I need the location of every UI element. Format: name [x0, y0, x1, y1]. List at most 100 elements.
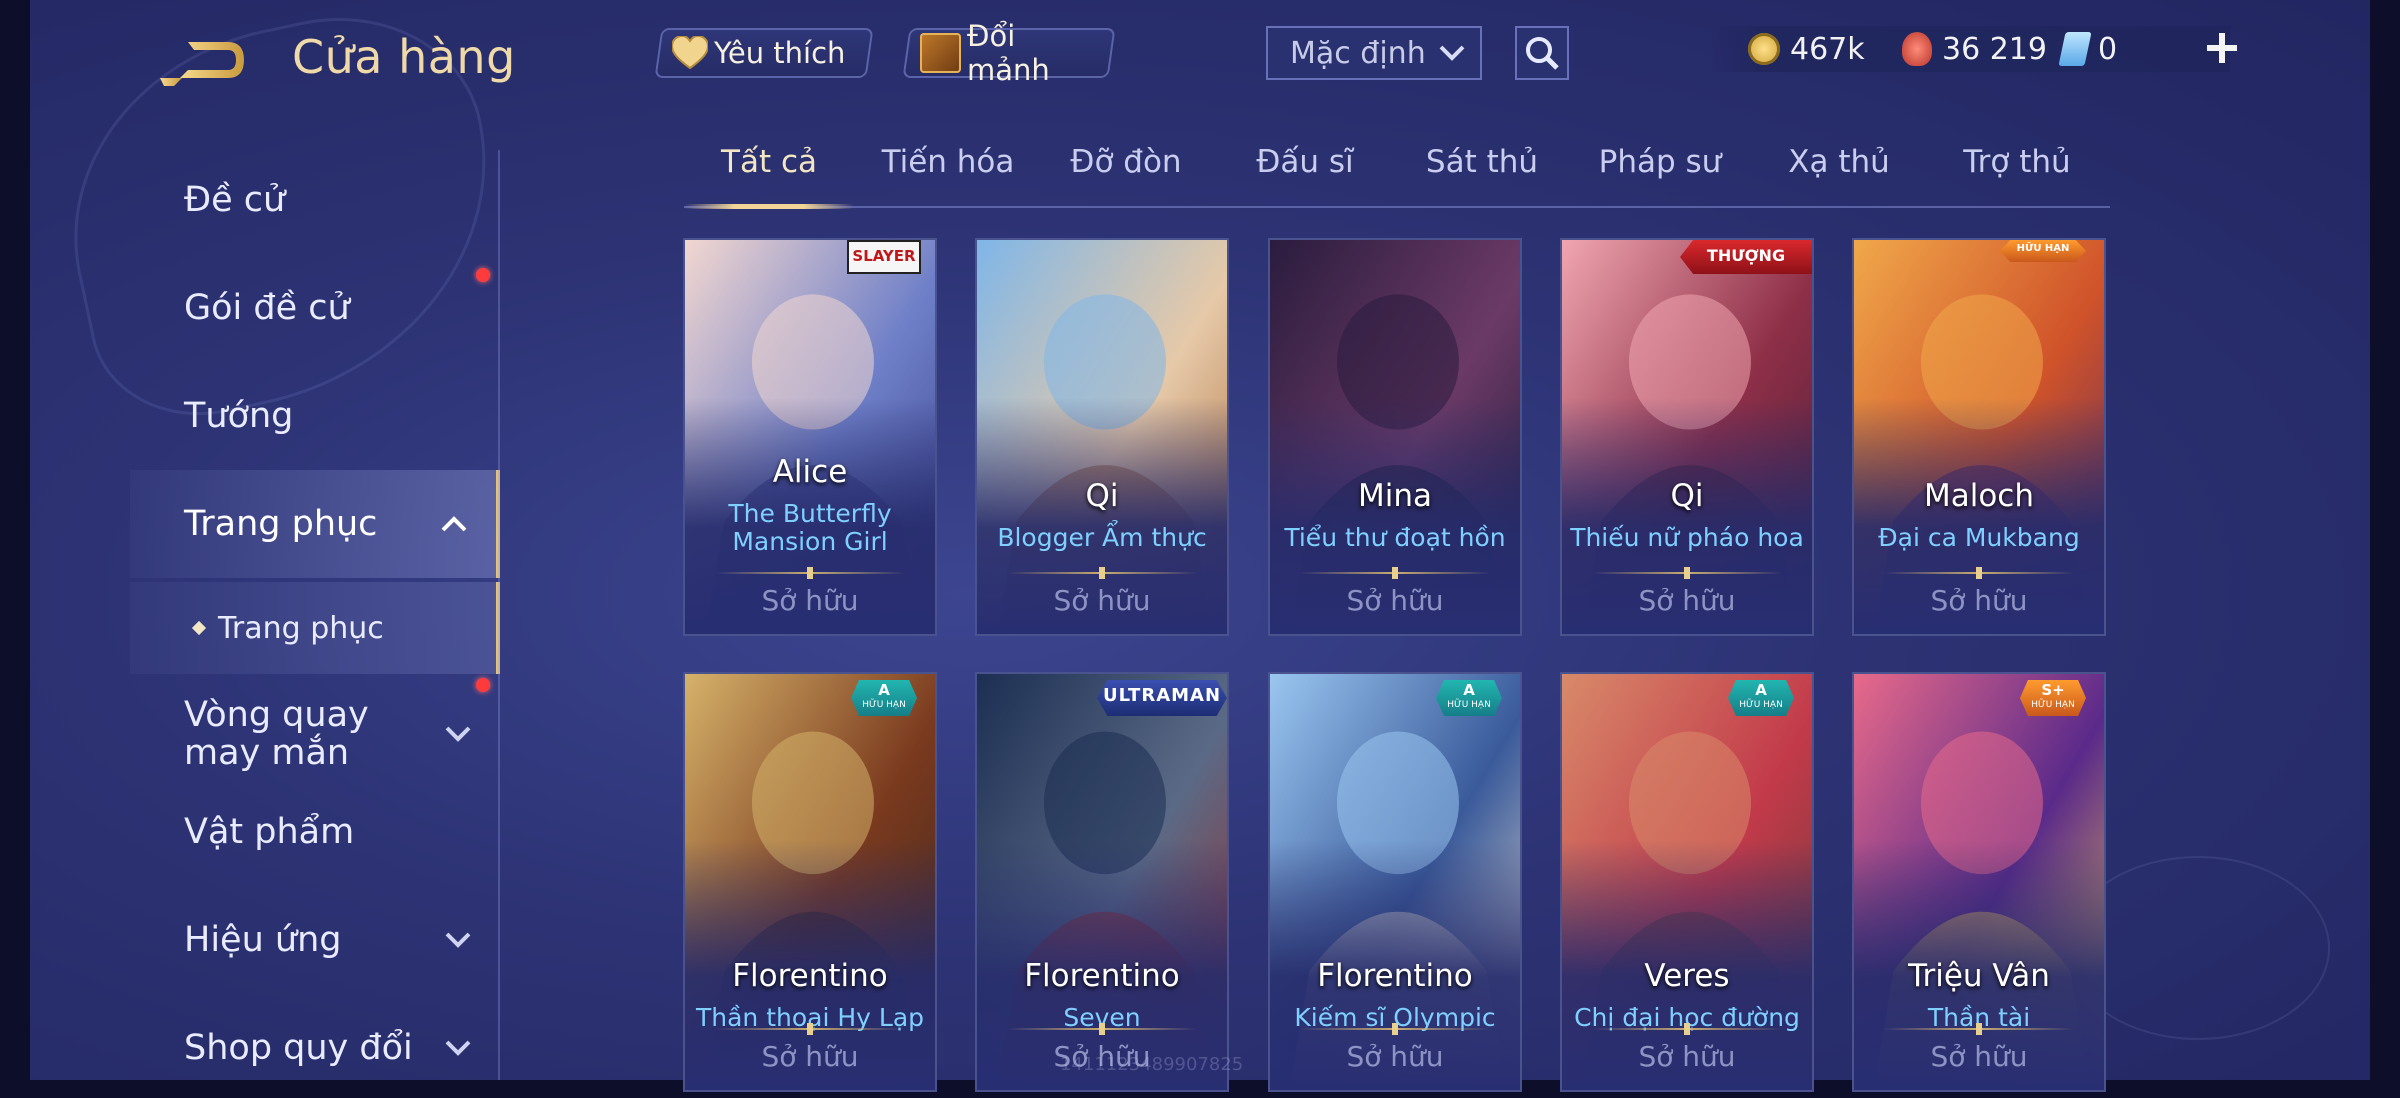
skin-name: The Butterfly Mansion Girl: [728, 499, 892, 556]
skin-card[interactable]: A HỮU HẠN Veres Chị đại học đường Sở hữu: [1560, 672, 1814, 1092]
tier-badge: S+ HỮU HẠN: [2020, 680, 2086, 716]
exchange-fragments-button[interactable]: Đổi mảnh: [902, 19, 1116, 87]
skin-card[interactable]: Mina Tiểu thư đoạt hồn Sở hữu: [1268, 238, 1522, 636]
search-icon: [1526, 37, 1559, 70]
tier-badge: A HỮU HẠN: [1728, 680, 1794, 716]
treasure-chest-icon: [920, 33, 962, 73]
hero-name: Alice: [772, 454, 848, 490]
card-separator: [1007, 1028, 1197, 1030]
sidebar-item-label: Shop quy đổi: [184, 1028, 413, 1068]
notification-dot: [476, 678, 490, 692]
hero-name: Maloch: [1923, 478, 2034, 514]
tab-assassin[interactable]: Sát thủ: [1426, 144, 1538, 180]
tab-evolution[interactable]: Tiến hóa: [882, 144, 1015, 180]
collab-badge: SLAYER: [847, 240, 921, 274]
ticket-currency: 0: [2058, 31, 2118, 67]
sidebar-item-label: Hiệu ứng: [184, 920, 342, 960]
favorites-label: Yêu thích: [714, 36, 846, 70]
plus-icon: [2207, 33, 2237, 63]
voucher-currency: 36 219: [1902, 32, 2047, 67]
hero-name: Qi: [1085, 478, 1119, 514]
ownership-status: Sở hữu: [761, 1040, 859, 1073]
sidebar-item-lucky-wheel[interactable]: Vòng quay may mắn: [130, 674, 500, 794]
sidebar-item-label: Đề cử: [184, 180, 286, 220]
card-separator: [1300, 1028, 1490, 1030]
tab-tank[interactable]: Đỡ đòn: [1070, 144, 1181, 180]
hero-name: Mina: [1357, 478, 1432, 514]
rank-badge: THƯỢNG HẠNG: [1680, 240, 1812, 274]
sidebar-item-skins[interactable]: Trang phục: [130, 470, 500, 578]
card-separator: [1592, 1028, 1782, 1030]
sidebar: Đề cử Gói đề cử Tướng Trang phục Trang p…: [130, 150, 530, 1080]
hero-name: Florentino: [732, 958, 888, 994]
skin-card[interactable]: S+ HỮU HẠN Triệu Vân Thần tài Sở hữu: [1852, 672, 2106, 1092]
diamond-bullet-icon: [191, 620, 207, 636]
back-arrow-icon: [160, 42, 244, 86]
exchange-fragments-label: Đổi mảnh: [967, 19, 1050, 87]
currency-bar: 467k 36 219 0: [1710, 26, 2230, 72]
hero-name: Florentino: [1024, 958, 1180, 994]
sidebar-item-label: Vật phẩm: [184, 812, 355, 852]
card-separator: [715, 572, 905, 574]
sidebar-item-recommended-packs[interactable]: Gói đề cử: [130, 258, 500, 358]
ticket-amount: 0: [2098, 31, 2118, 67]
collab-badge: ULTRAMAN: [1097, 680, 1227, 716]
skin-card[interactable]: SLAYER Alice The Butterfly Mansion Girl S…: [683, 238, 937, 636]
card-separator: [1592, 572, 1782, 574]
hero-name: Qi: [1670, 478, 1704, 514]
tab-all[interactable]: Tất cả: [721, 144, 817, 180]
skin-name: Blogger Ẩm thực: [997, 523, 1207, 552]
hero-name: Florentino: [1317, 958, 1473, 994]
skin-card[interactable]: ULTRAMAN Florentino Seven Sở hữu: [975, 672, 1229, 1092]
voucher-amount: 36 219: [1942, 31, 2047, 67]
skin-card[interactable]: A HỮU HẠN Florentino Kiếm sĩ Olympic Sở hữ…: [1268, 672, 1522, 1092]
sidebar-item-recommended[interactable]: Đề cử: [130, 150, 500, 250]
gold-coin-icon: [1748, 33, 1780, 65]
tab-mage[interactable]: Pháp sư: [1599, 144, 1722, 180]
add-currency-button[interactable]: [2200, 26, 2244, 70]
skin-name: Tiểu thư đoạt hồn: [1284, 523, 1506, 552]
ownership-status: Sở hữu: [1930, 584, 2028, 617]
ownership-status: Sở hữu: [1930, 1040, 2028, 1073]
back-button[interactable]: [158, 34, 248, 90]
skin-card[interactable]: THƯỢNG HẠNG Qi Thiếu nữ pháo hoa Sở hữu: [1560, 238, 1814, 636]
sidebar-divider: [498, 150, 500, 1080]
skin-name: Đại ca Mukbang: [1878, 523, 2080, 552]
page-title: Cửa hàng: [292, 30, 516, 84]
ownership-status: Sở hữu: [1346, 584, 1444, 617]
ownership-status: Sở hữu: [1638, 584, 1736, 617]
ticket-icon: [2058, 32, 2092, 66]
skin-card[interactable]: Qi Blogger Ẩm thực Sở hữu: [975, 238, 1229, 636]
search-button[interactable]: [1515, 26, 1569, 80]
hero-name: Veres: [1644, 958, 1730, 994]
tab-marksman[interactable]: Xạ thủ: [1788, 144, 1890, 180]
sort-dropdown[interactable]: Mặc định: [1266, 26, 1482, 80]
card-separator: [715, 1028, 905, 1030]
sidebar-item-heroes[interactable]: Tướng: [130, 366, 500, 466]
favorites-button[interactable]: Yêu thích: [654, 28, 874, 78]
sidebar-item-label: Tướng: [184, 396, 294, 436]
active-tab-indicator: [684, 204, 854, 209]
tab-fighter[interactable]: Đấu sĩ: [1256, 144, 1353, 180]
card-separator: [1884, 1028, 2074, 1030]
skin-card[interactable]: A HỮU HẠN Florentino Thần thoại Hy Lạp Sở …: [683, 672, 937, 1092]
sort-value: Mặc định: [1290, 35, 1426, 71]
tab-support[interactable]: Trợ thủ: [1963, 144, 2070, 180]
hero-name: Triệu Vân: [1908, 958, 2050, 994]
skin-card[interactable]: HỮU HẠN Maloch Đại ca Mukbang Sở hữu: [1852, 238, 2106, 636]
chevron-down-icon: [445, 1040, 471, 1056]
chevron-down-icon: [445, 932, 471, 948]
ownership-status: Sở hữu: [1053, 584, 1151, 617]
sidebar-item-items[interactable]: Vật phẩm: [130, 782, 500, 882]
sidebar-item-label: Trang phục: [218, 610, 384, 646]
gold-amount: 467k: [1790, 31, 1865, 67]
sidebar-item-label: Vòng quay may mắn: [184, 695, 369, 773]
category-tabs: Tất cả Tiến hóa Đỡ đòn Đấu sĩ Sát thủ Ph…: [684, 134, 2110, 209]
ownership-status: Sở hữu: [761, 584, 859, 617]
sidebar-item-effects[interactable]: Hiệu ứng: [130, 890, 500, 990]
sidebar-subitem-skins[interactable]: Trang phục: [130, 582, 500, 674]
tier-badge: A HỮU HẠN: [1436, 680, 1502, 716]
sidebar-item-label: Gói đề cử: [184, 288, 350, 328]
sidebar-item-exchange-shop[interactable]: Shop quy đổi: [130, 998, 500, 1098]
limited-badge: HỮU HẠN: [2000, 240, 2086, 262]
